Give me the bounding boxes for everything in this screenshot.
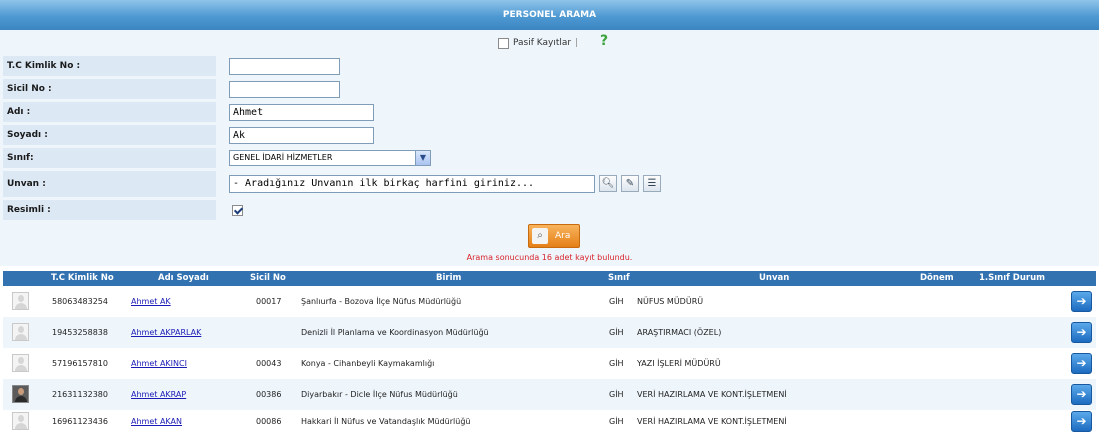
table-row: 58063483254 Ahmet AK 00017 Şanlıurfa - B…: [3, 286, 1096, 317]
cell-tc: 58063483254: [52, 297, 108, 306]
separator: |: [575, 38, 579, 48]
tc-label: T.C Kimlik No :: [3, 56, 216, 76]
list-search-icon[interactable]: ☰: [643, 175, 661, 192]
sicil-input[interactable]: [229, 81, 340, 98]
cell-sinif: GİH: [609, 297, 624, 306]
person-link[interactable]: Ahmet AKAN: [131, 406, 182, 437]
resimli-checkbox[interactable]: [232, 205, 243, 216]
cell-sicil: 00043: [256, 359, 282, 368]
col-adi[interactable]: Adı Soyadı: [158, 271, 209, 286]
resimli-label: Resimli :: [3, 200, 216, 220]
table-row: 57196157810 Ahmet AKINCI 00043 Konya - C…: [3, 348, 1096, 379]
arrow-right-icon[interactable]: ➔: [1071, 411, 1092, 432]
person-link[interactable]: Ahmet AKINCI: [131, 348, 187, 379]
adi-input[interactable]: Ahmet: [229, 104, 374, 121]
tc-input[interactable]: [229, 58, 340, 75]
page-title-bar: PERSONEL ARAMA: [0, 0, 1099, 30]
avatar-icon: [12, 354, 29, 372]
col-sinif[interactable]: Sınıf: [608, 271, 630, 286]
results-table-header: T.C Kimlik No Adı Soyadı Sicil No Birim …: [3, 271, 1096, 286]
chevron-down-icon[interactable]: ▼: [415, 151, 430, 165]
cell-tc: 57196157810: [52, 359, 108, 368]
soyadi-label: Soyadı :: [3, 125, 216, 145]
table-row: 19453258838 Ahmet AKPARLAK Denizli İl Pl…: [3, 317, 1096, 348]
col-birim[interactable]: Birim: [436, 271, 461, 286]
search-icon[interactable]: 🔍︎: [599, 175, 617, 192]
avatar-photo: [12, 385, 29, 403]
cell-birim: Şanlıurfa - Bozova İlçe Nüfus Müdürlüğü: [301, 297, 462, 306]
question-mark-icon[interactable]: ?: [597, 33, 611, 49]
person-link[interactable]: Ahmet AKPARLAK: [131, 317, 201, 348]
page-title: PERSONEL ARAMA: [502, 10, 597, 20]
person-link[interactable]: Ahmet AK: [131, 286, 171, 317]
table-row: 16961123436 Ahmet AKAN 00086 Hakkari İl …: [3, 406, 1096, 437]
result-message: Arama sonucunda 16 adet kayıt bulundu.: [466, 253, 633, 262]
pasif-filter: Pasif Kayıtlar |: [498, 36, 578, 50]
arrow-right-icon[interactable]: ➔: [1071, 291, 1092, 312]
ara-button[interactable]: ⌕ Ara: [528, 224, 580, 248]
cell-sinif: GİH: [609, 328, 624, 337]
cell-unvan: NÜFUS MÜDÜRÜ: [637, 297, 704, 306]
cell-tc: 16961123436: [52, 417, 108, 426]
cell-unvan: YAZI İŞLERİ MÜDÜRÜ: [637, 359, 721, 368]
sinif-selected-value: GENEL İDARİ HİZMETLER: [233, 153, 333, 162]
arrow-right-icon[interactable]: ➔: [1071, 384, 1092, 405]
arrow-right-icon[interactable]: ➔: [1071, 322, 1092, 343]
unvan-label: Unvan :: [3, 171, 216, 197]
avatar-icon: [12, 292, 29, 310]
sinif-select[interactable]: GENEL İDARİ HİZMETLER ▼: [229, 150, 431, 166]
cell-sicil: 00017: [256, 297, 282, 306]
magnifier-icon: ⌕: [532, 228, 548, 244]
col-donem[interactable]: Dönem: [920, 271, 954, 286]
cell-sinif: GİH: [609, 359, 624, 368]
ara-button-label: Ara: [555, 231, 571, 241]
unvan-input[interactable]: - Aradığınız Unvanın ilk birkaç harfini …: [229, 175, 595, 193]
adi-label: Adı :: [3, 102, 216, 122]
cell-tc: 19453258838: [52, 328, 108, 337]
avatar-icon: [12, 323, 29, 341]
pasif-label: Pasif Kayıtlar: [513, 38, 572, 48]
pasif-checkbox[interactable]: [498, 37, 509, 49]
col-durum[interactable]: 1.Sınıf Durum: [979, 271, 1045, 286]
sicil-label: Sicil No :: [3, 79, 216, 99]
cell-birim: Konya - Cihanbeyli Kaymakamlığı: [301, 359, 435, 368]
cell-sinif: GİH: [609, 417, 624, 426]
cell-unvan: ARAŞTIRMACI (ÖZEL): [637, 328, 722, 337]
avatar-icon: [12, 412, 29, 430]
col-unvan[interactable]: Unvan: [759, 271, 789, 286]
arrow-right-icon[interactable]: ➔: [1071, 353, 1092, 374]
soyadi-input[interactable]: Ak: [229, 127, 374, 144]
col-sicil[interactable]: Sicil No: [250, 271, 286, 286]
sinif-label: Sınıf:: [3, 148, 216, 168]
cell-birim: Denizli İl Planlama ve Koordinasyon Müdü…: [301, 328, 489, 337]
col-tc[interactable]: T.C Kimlik No: [51, 271, 114, 286]
clear-brush-icon[interactable]: ✎: [621, 175, 639, 192]
cell-unvan: VERİ HAZIRLAMA VE KONT.İŞLETMENİ: [637, 417, 787, 426]
cell-birim: Hakkari İl Nüfus ve Vatandaşlık Müdürlüğ…: [301, 417, 471, 426]
cell-sicil: 00086: [256, 417, 282, 426]
